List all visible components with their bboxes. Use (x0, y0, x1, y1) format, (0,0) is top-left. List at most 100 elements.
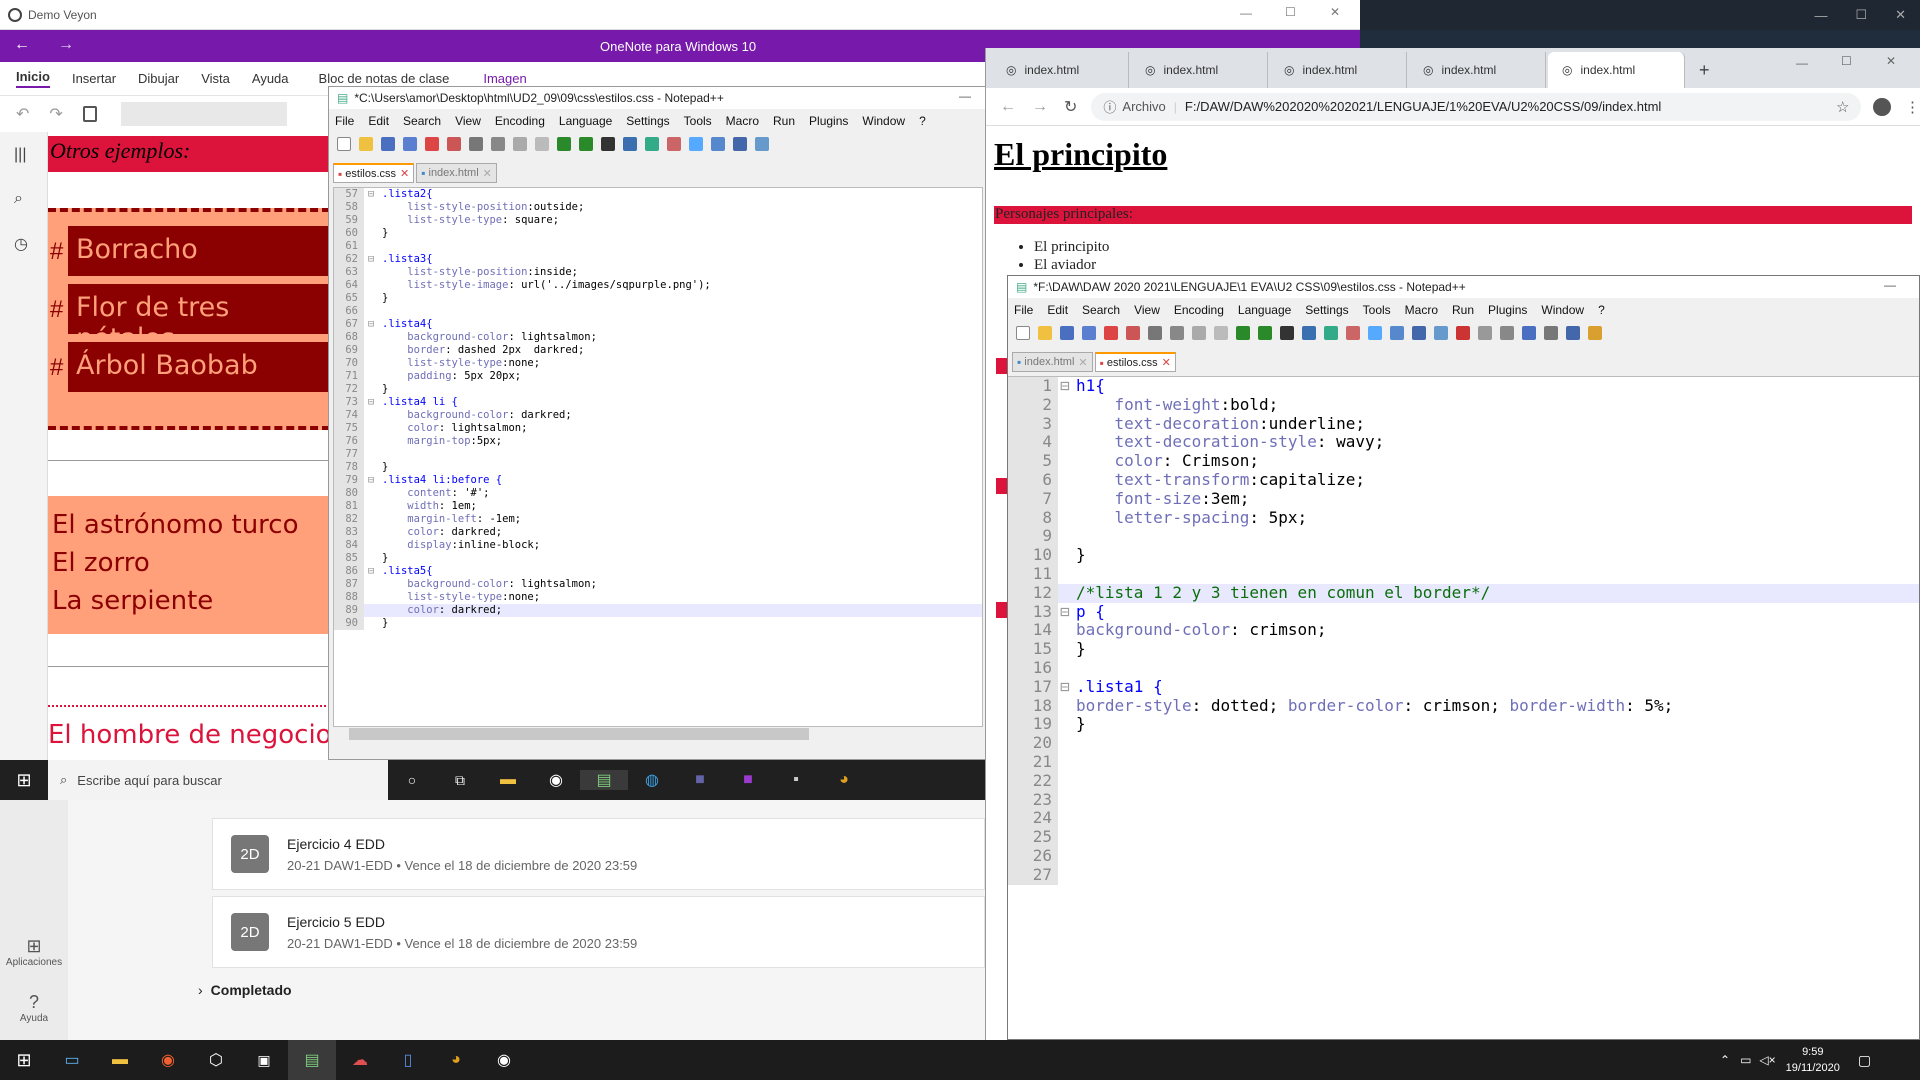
fold-margin[interactable] (1058, 452, 1072, 471)
close-tab-icon[interactable]: ✕ (483, 167, 492, 180)
cut-icon[interactable] (1170, 326, 1184, 340)
fold-margin[interactable]: ⊟ (364, 188, 378, 201)
close-all-icon[interactable] (447, 137, 461, 151)
veyon-minimize-button[interactable]: — (1240, 6, 1252, 20)
print-icon[interactable] (1148, 326, 1162, 340)
close-file-icon[interactable] (425, 137, 439, 151)
remote-app-icon[interactable]: ☁ (336, 1050, 384, 1070)
fold-margin[interactable] (364, 331, 378, 344)
file-explorer-icon[interactable]: ▬ (96, 1051, 144, 1069)
fold-margin[interactable] (364, 500, 378, 513)
menu-settings[interactable]: Settings (1305, 303, 1348, 317)
open-folder-icon[interactable] (359, 137, 373, 151)
search-icon[interactable]: ⌕ (14, 190, 23, 208)
fold-margin[interactable] (364, 526, 378, 539)
taskbar-search-box[interactable]: ⌕ Escribe aquí para buscar (48, 760, 388, 800)
zoom-out-icon[interactable] (1346, 326, 1360, 340)
completed-section[interactable]: › Completado (198, 982, 292, 998)
bg-minimize-button[interactable]: — (1814, 8, 1827, 23)
fold-margin[interactable]: ⊟ (364, 474, 378, 487)
print-icon[interactable] (469, 137, 483, 151)
tab-bloc-de-notas[interactable]: Bloc de notas de clase (319, 71, 450, 86)
menu-run[interactable]: Run (1452, 303, 1474, 317)
fold-margin[interactable] (1058, 734, 1072, 753)
np1-editor[interactable]: 57 ⊟ .lista2{58 list-style-position:outsid… (333, 187, 983, 727)
fold-margin[interactable] (364, 461, 378, 474)
fold-margin[interactable] (1058, 753, 1072, 772)
firefox-icon[interactable]: ◉ (144, 1050, 192, 1070)
menu-tools[interactable]: Tools (684, 114, 712, 128)
bg-close-button[interactable]: ✕ (1895, 7, 1906, 23)
record-macro-icon[interactable] (1456, 326, 1470, 340)
fold-margin[interactable] (1058, 546, 1072, 565)
close-tab-icon[interactable]: ✕ (1162, 356, 1171, 369)
back-arrow-icon[interactable]: ← (1000, 98, 1016, 116)
menu-search[interactable]: Search (403, 114, 441, 128)
close-tab-icon[interactable]: ✕ (400, 167, 409, 180)
fold-margin[interactable] (1058, 621, 1072, 640)
fold-margin[interactable] (1058, 527, 1072, 546)
find-icon[interactable] (601, 137, 615, 151)
fold-margin[interactable] (364, 292, 378, 305)
fold-margin[interactable] (364, 227, 378, 240)
fold-margin[interactable] (364, 487, 378, 500)
menu-language[interactable]: Language (1238, 303, 1291, 317)
fold-margin[interactable]: ⊟ (364, 396, 378, 409)
address-bar[interactable]: ⓘ Archivo | F:/DAW/DAW%202020%202021/LEN… (1091, 92, 1862, 121)
fold-margin[interactable] (364, 357, 378, 370)
fold-margin[interactable] (1058, 584, 1072, 603)
paste-icon[interactable] (535, 137, 549, 151)
np2-editor[interactable]: 1 ⊟ h1{2 font-weight:bold; 3 text-decoratio… (1008, 376, 1919, 1039)
menu-language[interactable]: Language (559, 114, 612, 128)
browser-tab[interactable]: ◎ index.html (992, 52, 1129, 88)
scrollbar-thumb[interactable] (349, 728, 809, 740)
close-tab-icon[interactable]: ✕ (1078, 356, 1087, 369)
open-folder-icon[interactable] (1038, 326, 1052, 340)
fold-margin[interactable]: ⊟ (1058, 602, 1072, 622)
veyon-close-button[interactable]: ✕ (1330, 5, 1340, 19)
copy-icon[interactable] (1192, 326, 1206, 340)
save-icon[interactable] (381, 137, 395, 151)
fold-margin[interactable] (364, 214, 378, 227)
fold-margin[interactable] (364, 435, 378, 448)
virtualbox-icon[interactable]: ⬡ (192, 1050, 240, 1070)
menu-macro[interactable]: Macro (726, 114, 759, 128)
tab-dibujar[interactable]: Dibujar (138, 71, 179, 86)
network-icon[interactable]: ▭ (1740, 1053, 1751, 1067)
volume-icon[interactable]: ◁× (1759, 1053, 1775, 1067)
tray-chevron-up-icon[interactable]: ⌃ (1720, 1053, 1730, 1067)
fold-margin[interactable] (1058, 697, 1072, 716)
browser-tab[interactable]: ◎ index.html (1131, 52, 1268, 88)
menu-run[interactable]: Run (773, 114, 795, 128)
fold-margin[interactable] (1058, 828, 1072, 847)
menu-view[interactable]: View (455, 114, 481, 128)
cut-icon[interactable] (491, 137, 505, 151)
fold-margin[interactable] (1058, 471, 1072, 490)
undo-icon[interactable]: ↶ (16, 104, 29, 124)
fold-margin[interactable] (364, 279, 378, 292)
profile-avatar-icon[interactable] (1873, 97, 1891, 116)
zoom-in-icon[interactable] (645, 137, 659, 151)
menu-file[interactable]: File (335, 114, 354, 128)
file-explorer-icon[interactable]: ▬ (484, 771, 532, 789)
word-wrap-icon[interactable] (1390, 326, 1404, 340)
tab-vista[interactable]: Vista (201, 71, 230, 86)
fold-margin[interactable] (364, 591, 378, 604)
edge-icon[interactable]: ◍ (628, 770, 676, 790)
indent-guide-icon[interactable] (755, 137, 769, 151)
redo-icon[interactable] (579, 137, 593, 151)
show-all-chars-icon[interactable] (1412, 326, 1426, 340)
fold-margin[interactable] (364, 422, 378, 435)
fold-margin[interactable] (1058, 659, 1072, 678)
replace-icon[interactable] (623, 137, 637, 151)
fold-margin[interactable] (1058, 809, 1072, 828)
font-selector[interactable] (120, 102, 287, 126)
new-tab-button[interactable]: + (1699, 60, 1710, 81)
fold-margin[interactable]: ⊟ (1058, 377, 1072, 396)
save-icon[interactable] (1060, 326, 1074, 340)
bg-maximize-button[interactable]: ☐ (1855, 7, 1867, 23)
fold-margin[interactable] (1058, 565, 1072, 584)
plugin-icon[interactable] (1588, 326, 1602, 340)
reload-icon[interactable]: ↻ (1064, 97, 1077, 117)
fold-margin[interactable] (1058, 396, 1072, 415)
